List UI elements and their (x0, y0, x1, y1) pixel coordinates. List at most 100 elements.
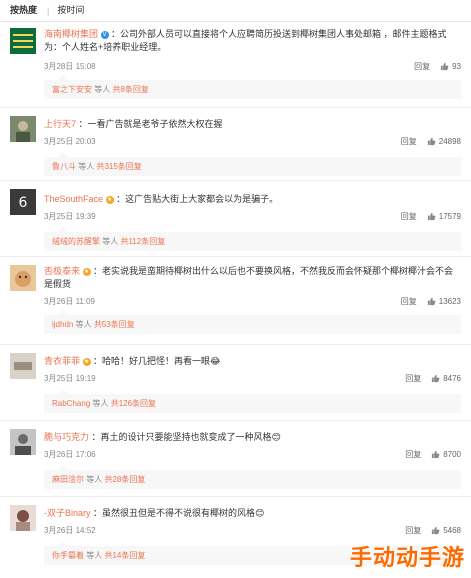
reply-button[interactable]: 回复 (405, 373, 421, 384)
reply-button[interactable]: 回复 (401, 211, 417, 222)
reply-button[interactable]: 回复 (414, 61, 430, 72)
comment-item: 6 TheSouthFace ★ ：这广告贴大街上大家都会以为是骗子。 3月25… (0, 181, 471, 257)
thumbs-up-icon (427, 137, 436, 146)
sub-reply-user[interactable]: 麻田淦尔 (52, 475, 84, 484)
sub-reply-count[interactable]: 共315条回复 (96, 162, 141, 171)
like-button[interactable]: 5468 (431, 525, 461, 536)
sub-reply-user[interactable]: 富之下安安 (52, 85, 92, 94)
reply-button[interactable]: 回复 (405, 449, 421, 460)
sub-reply-connector: 等人 (76, 162, 97, 171)
comment-text: ：哈哈！好几把怪！再看一眼😂 (93, 356, 221, 366)
thumbs-up-icon (427, 297, 436, 306)
tab-divider: | (47, 6, 50, 16)
comment-body: 否极泰来 ★ ：老实说我是蛮期待椰树出什么以后也不要换风格，不然我反而会怀疑那个… (44, 257, 471, 291)
avatar[interactable]: 6 (10, 189, 36, 215)
sub-reply-connector: 等人 (84, 551, 105, 560)
comment-meta: 3月25日 20:03 回复 24898 (44, 133, 471, 149)
reply-button[interactable]: 回复 (401, 136, 417, 147)
sub-reply-count[interactable]: 共28条回复 (104, 475, 145, 484)
avatar[interactable] (10, 265, 36, 291)
sub-reply-connector: 等人 (90, 399, 111, 408)
comment-date: 3月25日 19:19 (44, 374, 96, 383)
sub-replies[interactable]: 富之下安安 等人 共8条回复 (44, 75, 461, 99)
sub-reply-count[interactable]: 共112条回复 (120, 237, 165, 246)
comment-item: 否极泰来 ★ ：老实说我是蛮期待椰树出什么以后也不要换风格，不然我反而会怀疑那个… (0, 257, 471, 345)
member-icon: ★ (105, 195, 114, 204)
sub-replies[interactable]: 绒绒的苏醒擎 等人 共112条回复 (44, 227, 461, 251)
member-icon: ★ (82, 267, 91, 276)
avatar-image (10, 265, 36, 291)
comment-meta: 3月25日 19:39 回复 17579 (44, 208, 471, 224)
username[interactable]: 青衣菲菲 (44, 356, 80, 366)
member-icon: ★ (82, 357, 91, 366)
comment-text: ：再土的设计只要能坚持也就变成了一种风格😊 (91, 432, 281, 442)
reply-button[interactable]: 回复 (405, 525, 421, 536)
tab-hot[interactable]: 按热度 (10, 3, 47, 21)
sort-tabs: 按热度 | 按时间 (0, 0, 471, 22)
comment-body: -双子Binary ：虽然很丑但是不得不说很有椰树的风格😊 (44, 497, 471, 520)
tab-time[interactable]: 按时间 (57, 3, 94, 21)
thumbs-up-icon (432, 526, 440, 535)
like-button[interactable]: 8700 (431, 449, 461, 460)
username[interactable]: 海南椰树集团 (44, 29, 98, 39)
comment-text: ：这广告贴大街上大家都会以为是骗子。 (116, 194, 279, 204)
sub-reply-count[interactable]: 共53条回复 (94, 320, 135, 329)
avatar[interactable] (10, 28, 36, 54)
like-button[interactable]: 13623 (427, 296, 461, 307)
comment-date: 3月26日 14:52 (44, 526, 96, 535)
reply-button[interactable]: 回复 (401, 296, 417, 307)
sub-reply-user[interactable]: 绒绒的苏醒擎 (52, 237, 100, 246)
comment-item: 脆与巧克力 ：再土的设计只要能坚持也就变成了一种风格😊 3月26日 17:06 … (0, 421, 471, 497)
avatar[interactable] (10, 116, 36, 142)
comment-body: 青衣菲菲 ★ ：哈哈！好几把怪！再看一眼😂 (44, 345, 471, 368)
username[interactable]: TheSouthFace (44, 194, 103, 204)
sub-replies[interactable]: ijdhdn 等人 共53条回复 (44, 310, 461, 334)
like-count: 17579 (438, 212, 461, 221)
sub-replies[interactable]: 麻田淦尔 等人 共28条回复 (44, 465, 461, 489)
like-count: 93 (452, 62, 461, 71)
comment-body: TheSouthFace ★ ：这广告贴大街上大家都会以为是骗子。 (44, 181, 471, 206)
comment-body: 海南椰树集团 V ：公司外部人员可以直接将个人应聘简历投送到椰树集团人事处邮箱 … (44, 22, 471, 54)
sub-reply-user[interactable]: ijdhdn (52, 320, 73, 329)
comment-meta: 3月28日 15:08 回复 93 (44, 58, 471, 74)
comment-meta: 3月25日 19:19 回复 8476 (44, 370, 471, 386)
avatar-image (10, 429, 36, 455)
comment-item: 青衣菲菲 ★ ：哈哈！好几把怪！再看一眼😂 3月25日 19:19 回复 847… (0, 345, 471, 421)
like-button[interactable]: 17579 (427, 211, 461, 222)
username[interactable]: 脆与巧克力 (44, 432, 89, 442)
like-count: 5468 (443, 526, 461, 535)
sub-reply-connector: 等人 (100, 237, 121, 246)
username[interactable]: 否极泰来 (44, 266, 80, 276)
avatar[interactable] (10, 505, 36, 531)
avatar-image (10, 116, 36, 142)
sub-reply-user[interactable]: 你手篡着 (52, 551, 84, 560)
comment-meta: 3月26日 14:52 回复 5468 (44, 522, 471, 538)
sub-replies[interactable]: RabChang 等人 共126条回复 (44, 389, 461, 413)
like-count: 24898 (438, 137, 461, 146)
sub-reply-count[interactable]: 共126条回复 (111, 399, 156, 408)
comment-body: 上行天7 ：一看广告就是老爷子依然大权在握 (44, 108, 471, 131)
avatar-image (10, 353, 36, 379)
comment-item: 上行天7 ：一看广告就是老爷子依然大权在握 3月25日 20:03 回复 248… (0, 108, 471, 181)
sub-replies[interactable]: 鲁八斗 等人 共315条回复 (44, 152, 461, 176)
like-button[interactable]: 93 (440, 61, 461, 72)
comment-text: ：老实说我是蛮期待椰树出什么以后也不要换风格，不然我反而会怀疑那个椰树椰汁会不会… (44, 266, 454, 289)
like-button[interactable]: 24898 (427, 136, 461, 147)
comment-text: ：虽然很丑但是不得不说很有椰树的风格😊 (93, 508, 265, 518)
comment-body: 脆与巧克力 ：再土的设计只要能坚持也就变成了一种风格😊 (44, 421, 471, 444)
thumbs-up-icon (427, 212, 436, 221)
sub-reply-count[interactable]: 共8条回复 (112, 85, 148, 94)
sub-reply-user[interactable]: 鲁八斗 (52, 162, 76, 171)
thumbs-up-icon (440, 62, 449, 71)
thumbs-up-icon (432, 374, 440, 383)
like-button[interactable]: 8476 (431, 373, 461, 384)
avatar[interactable] (10, 353, 36, 379)
sub-reply-connector: 等人 (84, 475, 105, 484)
svg-text:6: 6 (19, 195, 28, 211)
sub-reply-count[interactable]: 共14条回复 (104, 551, 145, 560)
thumbs-up-icon (432, 450, 440, 459)
username[interactable]: 上行天7 (44, 119, 76, 129)
username[interactable]: -双子Binary (44, 508, 91, 518)
sub-reply-user[interactable]: RabChang (52, 399, 90, 408)
avatar[interactable] (10, 429, 36, 455)
